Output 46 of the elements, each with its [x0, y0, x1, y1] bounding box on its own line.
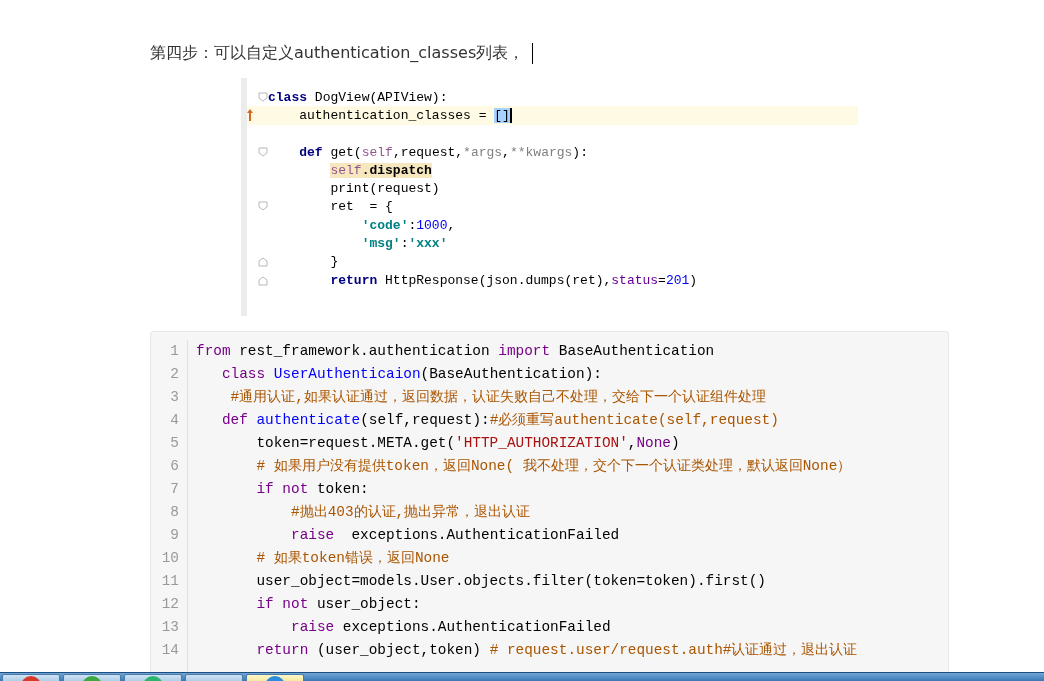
up-arrow-icon: [247, 109, 253, 122]
fold-marker-icon[interactable]: [258, 201, 268, 213]
code-line: ret = {: [329, 199, 393, 215]
code-line: print(request): [329, 181, 440, 197]
code-line: return HttpResponse(json.dumps(ret),status=201): [329, 272, 698, 288]
fold-marker-icon[interactable]: [258, 91, 268, 103]
code-line: raise exceptions.AuthenticationFailed: [290, 618, 611, 637]
text-cursor: [532, 43, 534, 65]
code-line: token=request.META.get('HTTP_AUTHORIZATION',None): [255, 434, 680, 453]
line-number: 11: [161, 573, 179, 589]
fold-marker-icon[interactable]: [258, 146, 268, 158]
code-line: class DogView(APIView):: [268, 89, 448, 105]
step-heading: 第四步：可以自定义authentication_classes列表，: [150, 43, 525, 63]
code-line: def get(self,request,*args,**kwargs):: [298, 144, 588, 160]
code-line: if not user_object:: [255, 595, 421, 614]
line-number: 10: [161, 550, 179, 566]
fold-marker-icon[interactable]: [258, 256, 268, 268]
line-number: 12: [161, 596, 179, 612]
fold-marker-icon[interactable]: [258, 274, 268, 286]
code-line: def authenticate(self,request):#必须重写authenticate(self,request): [220, 411, 779, 430]
line-number: 3: [170, 389, 179, 405]
line-number: 8: [170, 504, 179, 520]
line-number: 1: [170, 343, 179, 359]
code-line: self.dispatch: [329, 162, 432, 178]
code-line: class UserAuthenticaion(BaseAuthentication):: [220, 365, 602, 384]
line-number: 6: [170, 458, 179, 474]
code-line: # 如果token错误，返回None: [255, 549, 450, 568]
code-line: return (user_object,token) # request.user/request.auth#认证通过，退出认证: [255, 641, 858, 660]
code-line: from rest_framework.authentication import BaseAuthentication: [196, 342, 715, 361]
code-line: user_object=models.User.objects.filter(token=token).first(): [255, 572, 766, 591]
code-line: }: [329, 254, 339, 270]
line-number: 14: [161, 642, 179, 658]
line-number: 2: [170, 366, 179, 382]
code-line: if not token:: [255, 480, 369, 499]
code-line: # 如果用户没有提供token，返回None( 我不处理，交个下一个认证类处理，默认返回None）: [255, 457, 852, 476]
code-line: raise exceptions.AuthenticationFailed: [290, 526, 620, 545]
line-number: 13: [161, 619, 179, 635]
code-line: 'code':1000,: [360, 217, 456, 233]
code-line: 'msg':'xxx': [360, 236, 448, 251]
line-number: 7: [170, 481, 179, 497]
code-line: #通用认证,如果认证通过，返回数据，认证失败自己不处理，交给下一个认证组件处理: [229, 388, 766, 407]
code-line: authentication_classes = []: [298, 107, 512, 123]
line-number: 9: [170, 527, 179, 543]
code-line: #抛出403的认证,抛出异常，退出认证: [290, 503, 531, 522]
line-number: 4: [170, 412, 179, 428]
line-number: 5: [170, 435, 179, 451]
